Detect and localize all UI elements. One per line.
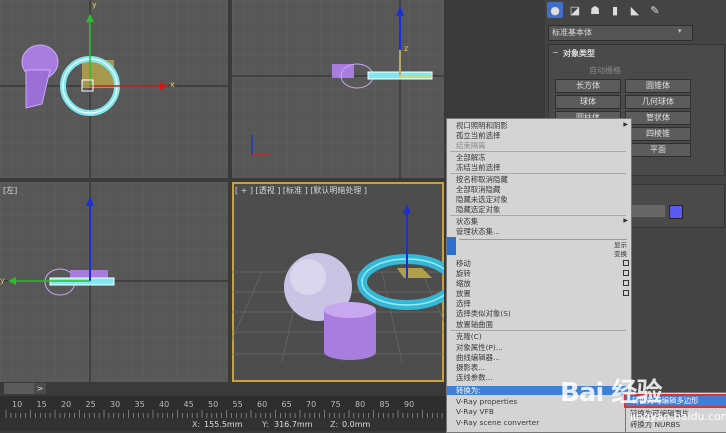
menu-end-isolate[interactable]: 结束隔离 [456, 141, 486, 150]
command-panel-tabs: ● ◪ ☗ ▮ ◣ ✎ [547, 2, 663, 20]
menu-object-properties[interactable]: 对象属性(P)... [456, 343, 503, 352]
menu-freeze-selection[interactable]: 冻结当前选择 [456, 163, 500, 172]
geosphere-button[interactable]: 几何球体 [625, 95, 691, 109]
tube-button[interactable]: 管状体 [625, 111, 691, 125]
ruler-tick-label: 65 [281, 400, 292, 409]
viewport-perspective-label[interactable]: [ + ] [透视 ] [标准 ] [默认明暗处理 ] [235, 185, 367, 196]
y-coord-label: Y: [262, 420, 269, 429]
box-button[interactable]: 长方体 [555, 79, 621, 93]
dropdown-chevron-icon[interactable]: ▾ [678, 27, 682, 35]
baidu-watermark-url: jingyan.baidu.com [630, 410, 726, 423]
menu-move[interactable]: 移动 [456, 259, 471, 268]
menu-section-transform: 变换 [614, 250, 627, 258]
viewport-front[interactable]: z [232, 0, 444, 178]
ruler-tick-label: 55 [232, 400, 243, 409]
ruler-tick-label: 10 [12, 400, 23, 409]
utilities-tab-icon[interactable]: ✎ [647, 2, 663, 18]
baidu-watermark: Bai 经验 [560, 378, 662, 408]
menu-vray-properties[interactable]: V-Ray properties [456, 397, 517, 406]
autogrid-checkbox[interactable]: 自动栅格 [589, 65, 621, 76]
menu-state-sets[interactable]: 状态集 [456, 217, 478, 226]
menu-place[interactable]: 放置 [456, 289, 471, 298]
ruler-tick-label: 15 [36, 400, 47, 409]
axis-y-label-left: y [0, 276, 5, 285]
settings-box-icon[interactable] [623, 260, 629, 266]
menu-curve-editor[interactable]: 曲线编辑器... [456, 353, 500, 362]
menu-hide-unselected[interactable]: 隐藏未选定对象 [456, 195, 508, 204]
menu-isolate-selection[interactable]: 孤立当前选择 [456, 131, 500, 140]
settings-box-icon[interactable] [623, 290, 629, 296]
ruler-tick-label: 70 [306, 400, 317, 409]
menu-wire-parameters[interactable]: 连线参数... [456, 373, 493, 382]
settings-box-icon[interactable] [623, 280, 629, 286]
time-slider-thumb[interactable] [4, 383, 34, 394]
object-color-swatch[interactable] [669, 205, 683, 219]
time-slider-next-arrow[interactable]: > [34, 383, 46, 394]
x-coord-value[interactable]: 155.5mm [204, 420, 243, 429]
x-coord-label: X: [192, 420, 201, 429]
menu-rotate[interactable]: 旋转 [456, 269, 471, 278]
menu-vray-vfb[interactable]: V-Ray VFB [456, 407, 494, 416]
menu-unhide-all[interactable]: 全部取消隐藏 [456, 185, 500, 194]
rollout-collapse-icon[interactable]: − [552, 48, 559, 57]
menu-clone[interactable]: 克隆(C) [456, 332, 482, 341]
viewport-perspective[interactable]: [ + ] [透视 ] [标准 ] [默认明暗处理 ] [232, 182, 444, 382]
plane-button[interactable]: 平面 [625, 143, 691, 157]
hierarchy-tab-icon[interactable]: ☗ [587, 2, 603, 18]
ruler-tick-label: 35 [134, 400, 145, 409]
create-tab-icon[interactable]: ● [547, 2, 563, 18]
viewport-left[interactable]: [左] y [0, 182, 228, 382]
axis-z-label: z [404, 44, 409, 53]
ruler-tick-label: 45 [183, 400, 194, 409]
viewport-left-canvas [0, 182, 228, 382]
menu-scale[interactable]: 缩放 [456, 279, 471, 288]
ruler-tick-label: 75 [330, 400, 341, 409]
z-coord-label: Z: [330, 420, 339, 429]
axis-x-label: x [170, 80, 175, 89]
submenu-arrow-icon: ▶ [623, 217, 628, 224]
rollout-title: 对象类型 [563, 49, 595, 58]
menu-unfreeze-all[interactable]: 全部解冻 [456, 153, 486, 162]
ruler-tick-label: 60 [257, 400, 268, 409]
cylinder [324, 302, 376, 360]
axis-y-label: y [92, 0, 97, 9]
sphere-button[interactable]: 球体 [555, 95, 621, 109]
viewport-top[interactable]: x y [0, 0, 228, 178]
viewport-front-canvas [232, 0, 444, 178]
motion-tab-icon[interactable]: ▮ [607, 2, 623, 18]
menu-select[interactable]: 选择 [456, 299, 471, 308]
viewport-top-canvas [0, 0, 228, 178]
menu-hide-selection[interactable]: 隐藏选定对象 [456, 205, 500, 214]
ruler-tick-label: 50 [208, 400, 219, 409]
modify-tab-icon[interactable]: ◪ [567, 2, 583, 18]
ruler-tick-label: 40 [159, 400, 170, 409]
ruler-tick-label: 85 [379, 400, 390, 409]
menu-unhide-by-name[interactable]: 按名称取消隐藏 [456, 175, 508, 184]
ruler-tick-label: 90 [404, 400, 415, 409]
settings-box-icon[interactable] [623, 270, 629, 276]
menu-viewport-lighting[interactable]: 视口照明和阴影 [456, 121, 508, 130]
menu-place-pivot-surface[interactable]: 放置轴曲面 [456, 320, 493, 329]
menu-dope-sheet[interactable]: 摄影表... [456, 363, 485, 372]
ruler-tick-label: 20 [61, 400, 72, 409]
primitive-type-dropdown[interactable]: 标准基本体 [548, 25, 693, 41]
pyramid-button[interactable]: 四棱锥 [625, 127, 691, 141]
menu-section-bar [447, 237, 456, 255]
ruler-tick-label: 80 [355, 400, 366, 409]
cone-button[interactable]: 圆锥体 [625, 79, 691, 93]
display-tab-icon[interactable]: ◣ [627, 2, 643, 18]
menu-manage-state-sets[interactable]: 管理状态集... [456, 227, 500, 236]
submenu-arrow-icon: ▶ [623, 121, 628, 128]
menu-vray-scene-converter[interactable]: V-Ray scene converter [456, 418, 539, 427]
viewport-left-label[interactable]: [左] [3, 185, 17, 196]
menu-select-similar[interactable]: 选择类似对象(S) [456, 309, 511, 318]
viewport-perspective-canvas [232, 204, 444, 363]
ruler-tick-label: 30 [110, 400, 121, 409]
ruler-tick-label: 25 [85, 400, 96, 409]
y-coord-value[interactable]: 316.7mm [274, 420, 313, 429]
z-coord-value[interactable]: 0.0mm [342, 420, 370, 429]
